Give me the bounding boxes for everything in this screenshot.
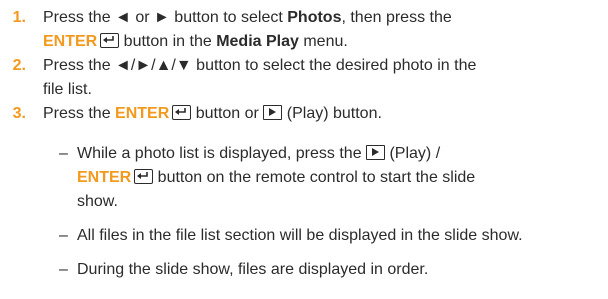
step-line: file list. bbox=[43, 81, 92, 98]
dash-bullet: – bbox=[59, 261, 68, 278]
note-line: ENTER button on the remote control to st… bbox=[77, 166, 475, 190]
text-run: menu. bbox=[298, 33, 348, 50]
dash-bullet: – bbox=[59, 145, 68, 162]
text-run: (Play) / bbox=[385, 145, 441, 162]
note-text: While a photo list is displayed, press t… bbox=[77, 142, 475, 214]
note-text: All files in the file list section will … bbox=[77, 227, 523, 244]
step-text: Press the ENTER button or (Play) button. bbox=[43, 102, 608, 126]
step-text: Press the ◄ or ► button to select Photos… bbox=[43, 6, 608, 54]
step-1: 1. Press the ◄ or ► button to select Pho… bbox=[0, 6, 608, 54]
enter-key-icon bbox=[172, 105, 192, 120]
instruction-page: 1. Press the ◄ or ► button to select Pho… bbox=[0, 0, 608, 299]
text-run: button in the bbox=[119, 33, 217, 50]
step-3: 3. Press the ENTER button or (Play) butt… bbox=[0, 102, 608, 126]
text-run: button or bbox=[191, 105, 264, 122]
text-run: While a photo list is displayed, press t… bbox=[77, 145, 367, 162]
text-run: button on the remote control to start th… bbox=[153, 169, 476, 186]
text-run: or bbox=[130, 9, 154, 26]
note-line: While a photo list is displayed, press t… bbox=[77, 142, 475, 166]
step-line: Press the ◄/►/▲/▼ button to select the d… bbox=[43, 54, 608, 78]
text-run: Press the bbox=[43, 9, 116, 26]
step-line: Press the ◄ or ► button to select Photos… bbox=[43, 6, 608, 30]
enter-label: ENTER bbox=[115, 105, 170, 122]
text-run: Press the bbox=[43, 57, 116, 74]
enter-key-icon bbox=[134, 169, 154, 184]
step-number: 3. bbox=[12, 105, 26, 122]
step-2: 2. Press the ◄/►/▲/▼ button to select th… bbox=[0, 54, 608, 102]
step-line: Press the ENTER button or (Play) button. bbox=[43, 102, 608, 126]
step-text: Press the ◄/►/▲/▼ button to select the d… bbox=[43, 54, 608, 102]
enter-label: ENTER bbox=[43, 33, 98, 50]
step-number: 2. bbox=[12, 57, 26, 74]
note-line: show. bbox=[77, 193, 118, 210]
dash-bullet: – bbox=[59, 227, 68, 244]
text-run: Press the bbox=[43, 105, 116, 122]
step-number: 1. bbox=[12, 9, 26, 26]
text-run: button to select the desired photo in th… bbox=[191, 57, 477, 74]
play-button-icon bbox=[366, 145, 386, 160]
play-button-icon bbox=[263, 105, 283, 120]
photos-label: Photos bbox=[287, 9, 342, 26]
text-run: (Play) button. bbox=[282, 105, 382, 122]
left-arrow-icon: ◄ bbox=[115, 9, 131, 26]
text-run: button to select bbox=[169, 9, 288, 26]
enter-key-icon bbox=[100, 33, 120, 48]
media-play-label: Media Play bbox=[216, 33, 299, 50]
note-3: – During the slide show, files are displ… bbox=[59, 258, 608, 282]
step-line: ENTER button in the Media Play menu. bbox=[43, 30, 608, 54]
text-run: , then press the bbox=[341, 9, 452, 26]
note-1: – While a photo list is displayed, press… bbox=[59, 142, 608, 214]
direction-arrows-icon: ◄/►/▲/▼ bbox=[115, 57, 192, 74]
enter-label: ENTER bbox=[77, 169, 132, 186]
note-2: – All files in the file list section wil… bbox=[59, 224, 608, 248]
note-text: During the slide show, files are display… bbox=[77, 261, 429, 278]
right-arrow-icon: ► bbox=[154, 9, 170, 26]
